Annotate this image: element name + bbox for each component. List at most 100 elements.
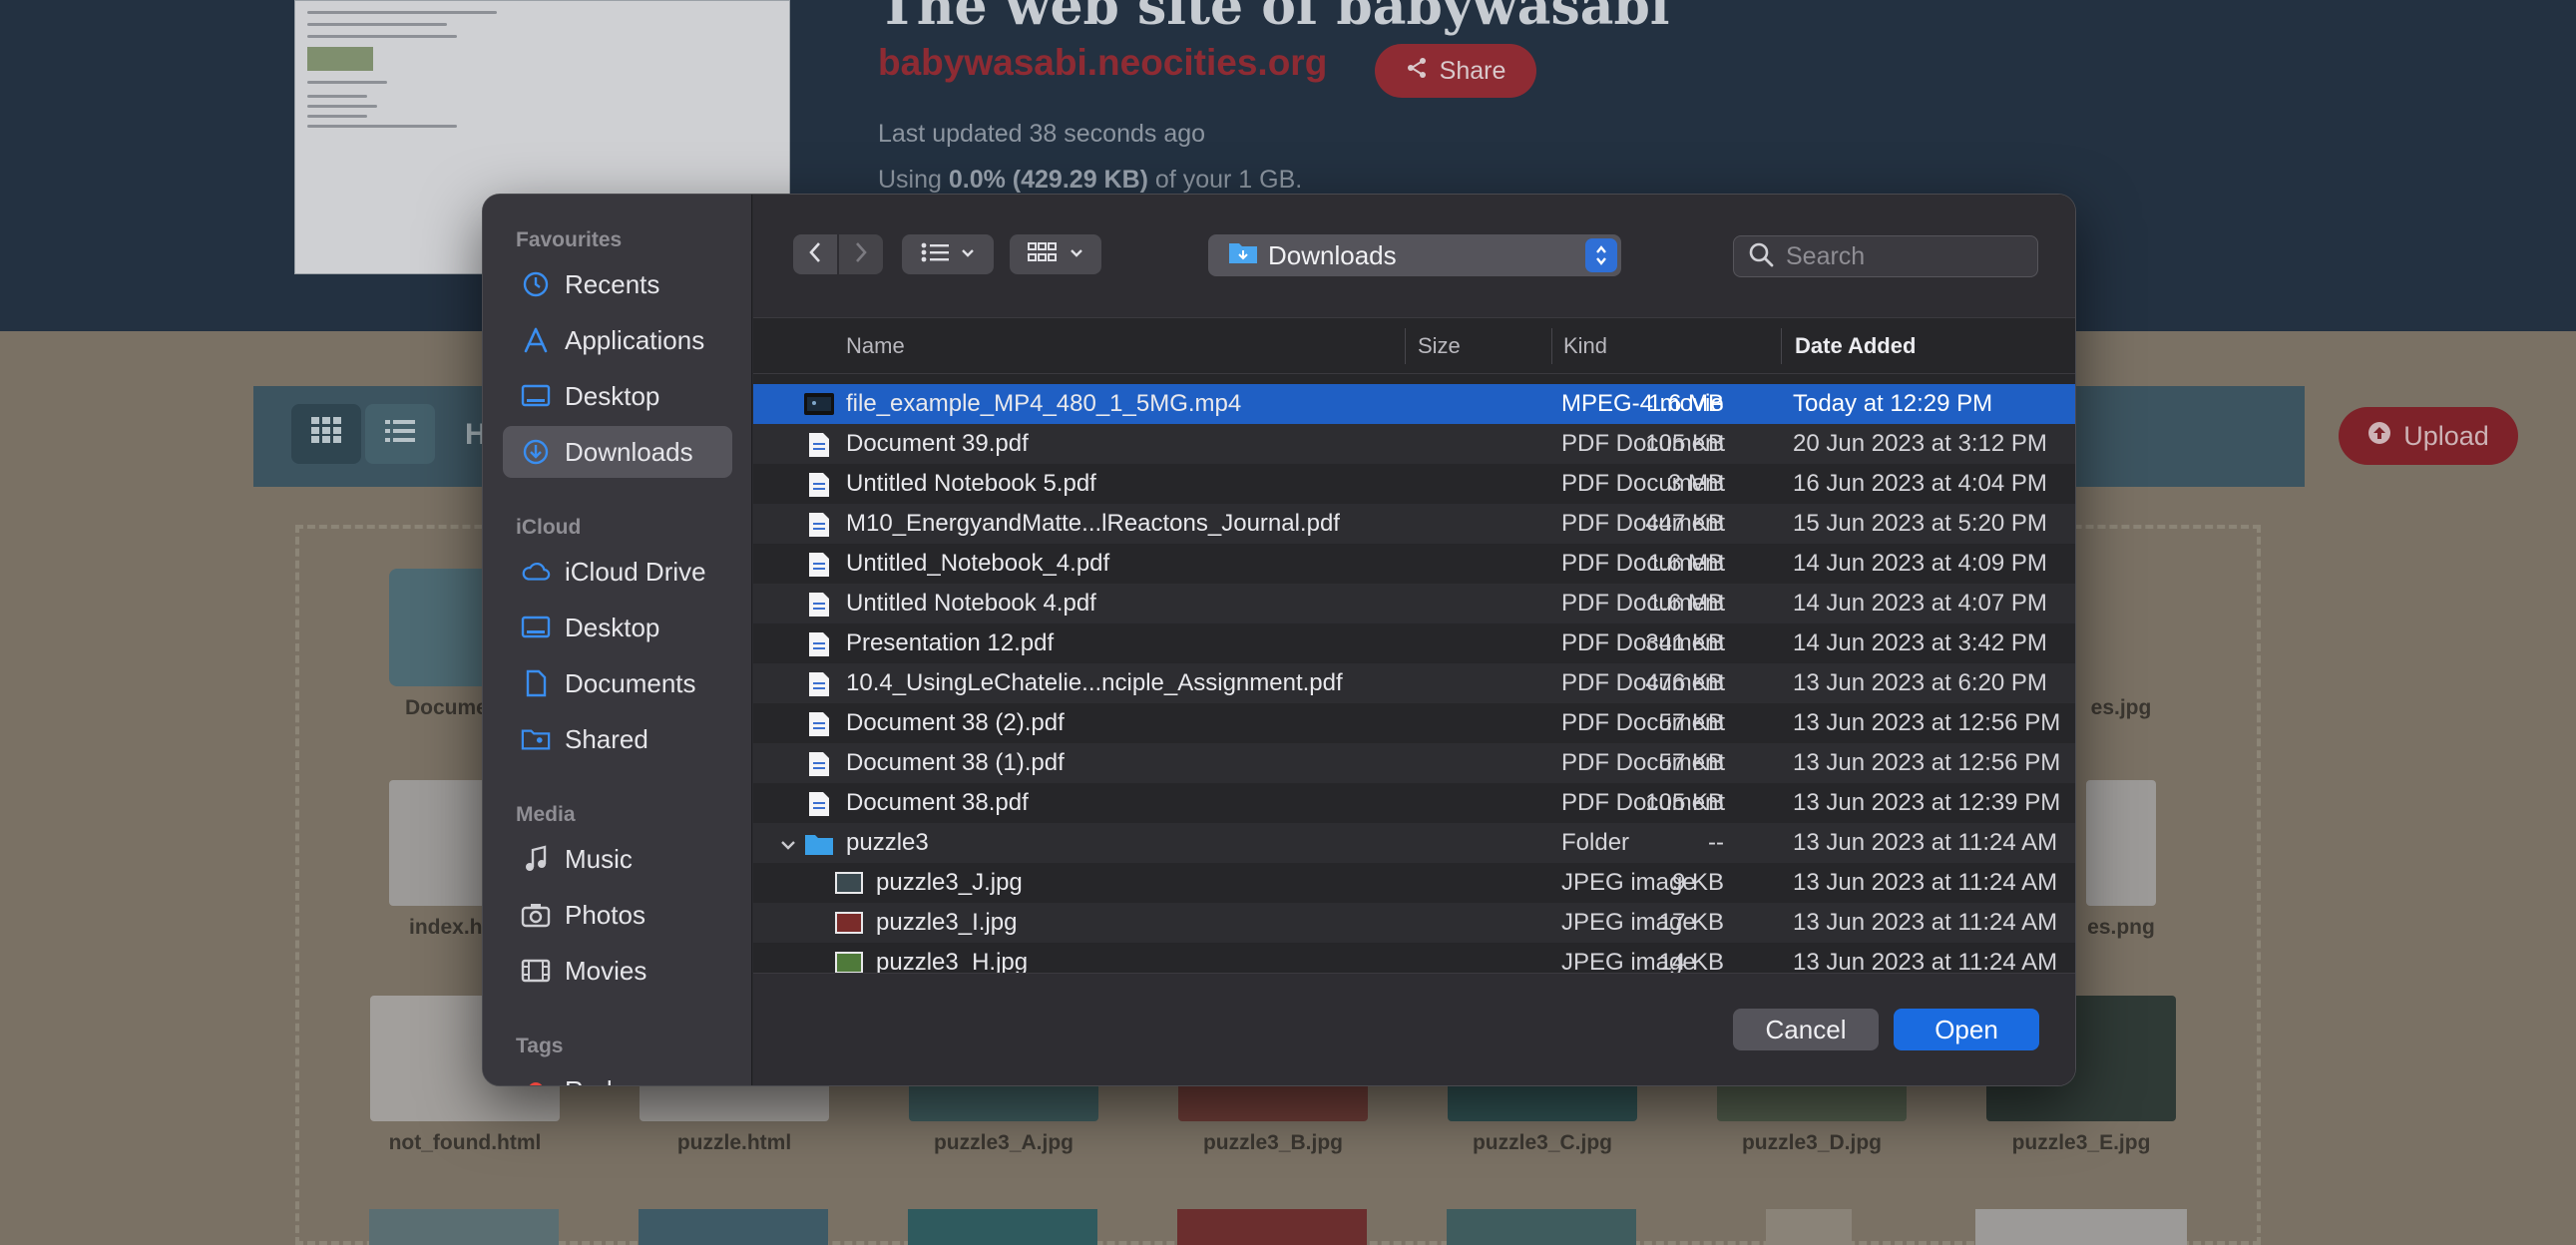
group-by-button[interactable]	[1010, 234, 1101, 274]
file-name: 10.4_UsingLeChatelie...nciple_Assignment…	[846, 669, 1343, 696]
sidebar-item-label: Recents	[565, 268, 660, 299]
favourites-header: Favourites	[516, 228, 623, 251]
forward-button[interactable]	[839, 234, 883, 274]
file-row[interactable]: M10_EnergyandMatte...lReactons_Journal.p…	[753, 504, 2075, 544]
sidebar-item-downloads[interactable]: Downloads	[503, 426, 732, 478]
file-name: puzzle3_H.jpg	[876, 949, 1029, 973]
file-row[interactable]: Document 39.pdf 105 KB PDF Document 20 J…	[753, 424, 2075, 464]
file-date: 14 Jun 2023 at 3:42 PM	[1793, 629, 2047, 656]
dialog-sidebar: Favourites Recents Applications Desktop …	[483, 195, 752, 1085]
sidebar-item-desktop[interactable]: Desktop	[503, 370, 732, 422]
file-row[interactable]: Untitled_Notebook_4.pdf 1.6 MB PDF Docum…	[753, 544, 2075, 584]
file-row[interactable]: file_example_MP4_480_1_5MG.mp4 1.6 MB MP…	[753, 384, 2075, 424]
sidebar-item-documents[interactable]: Documents	[503, 657, 732, 709]
sidebar-item-label: Photos	[565, 899, 645, 930]
list-view-button[interactable]	[365, 404, 435, 464]
grid-icon	[311, 417, 341, 451]
file-row[interactable]: Document 38 (2).pdf 57 KB PDF Document 1…	[753, 703, 2075, 743]
sidebar-item-label: Downloads	[565, 436, 693, 467]
cloud-icon	[521, 557, 551, 587]
file-kind: PDF Document	[1561, 789, 1726, 816]
sidebar-item-label: Desktop	[565, 380, 660, 411]
sidebar-item-applications[interactable]: Applications	[503, 314, 732, 366]
folder-row[interactable]: puzzle3 -- Folder 13 Jun 2023 at 11:24 A…	[753, 823, 2075, 863]
pdf-file-icon	[808, 631, 832, 657]
search-icon	[1748, 241, 1774, 272]
site-domain-link[interactable]: babywasabi.neocities.org	[878, 42, 1327, 84]
view-mode-list-button[interactable]	[902, 234, 994, 274]
search-field[interactable]	[1733, 235, 2038, 277]
column-header-kind[interactable]: Kind	[1563, 318, 1607, 374]
file-row[interactable]: Presentation 12.pdf 341 KB PDF Document …	[753, 623, 2075, 663]
file-name: puzzle3	[846, 829, 929, 856]
cancel-button[interactable]: Cancel	[1733, 1009, 1879, 1050]
file-name: Document 38 (2).pdf	[846, 709, 1065, 736]
file-row[interactable]: puzzle3_J.jpg 9 KB JPEG image 13 Jun 202…	[753, 863, 2075, 903]
sidebar-item-tag-red[interactable]: Red	[503, 1064, 732, 1085]
back-button[interactable]	[793, 234, 837, 274]
sidebar-item-icloud-desktop[interactable]: Desktop	[503, 602, 732, 653]
list-icon	[385, 417, 415, 451]
file-date: 13 Jun 2023 at 11:24 AM	[1793, 909, 2058, 936]
image-thumbnail	[369, 1209, 559, 1245]
file-name: Untitled_Notebook_4.pdf	[846, 550, 1110, 577]
column-header-date-added[interactable]: Date Added	[1795, 318, 1916, 374]
tile-label: puzzle.html	[676, 1131, 792, 1154]
clock-icon	[521, 269, 551, 299]
file-name: Document 39.pdf	[846, 430, 1029, 457]
sidebar-item-shared[interactable]: Shared	[503, 713, 732, 765]
file-date: 13 Jun 2023 at 12:56 PM	[1793, 709, 2061, 736]
grid-icon	[1028, 241, 1058, 267]
grid-view-button[interactable]	[291, 404, 361, 464]
desktop-icon	[521, 613, 551, 642]
file-row[interactable]: puzzle3_I.jpg 17 KB JPEG image 13 Jun 20…	[753, 903, 2075, 943]
sidebar-item-photos[interactable]: Photos	[503, 889, 732, 941]
open-button[interactable]: Open	[1894, 1009, 2039, 1050]
file-name: Document 38.pdf	[846, 789, 1029, 816]
sidebar-item-icloud-drive[interactable]: iCloud Drive	[503, 546, 732, 598]
file-date: Today at 12:29 PM	[1793, 390, 1993, 417]
column-header-size[interactable]: Size	[1418, 318, 1461, 374]
file-name: M10_EnergyandMatte...lReactons_Journal.p…	[846, 510, 1340, 537]
disclosure-chevron-down-icon[interactable]	[779, 833, 797, 861]
image-thumbnail	[1975, 1209, 2187, 1245]
usage-value: 0.0% (429.29 KB)	[948, 166, 1148, 194]
file-list: file_example_MP4_480_1_5MG.mp4 1.6 MB MP…	[753, 384, 2075, 973]
file-kind: PDF Document	[1561, 590, 1726, 617]
upload-button[interactable]: Upload	[2339, 407, 2518, 465]
dialog-main-pane: Downloads Name Size Kind Date Added	[753, 195, 2075, 1085]
downloads-icon	[521, 437, 551, 467]
downloads-folder-icon	[1228, 240, 1258, 271]
pdf-file-icon	[808, 711, 832, 737]
sidebar-item-label: Shared	[565, 723, 648, 754]
pdf-file-icon	[808, 432, 832, 458]
icloud-header: iCloud	[516, 516, 582, 539]
file-kind: PDF Document	[1561, 629, 1726, 656]
sidebar-item-music[interactable]: Music	[503, 833, 732, 885]
sidebar-item-label: Music	[565, 843, 633, 874]
file-row[interactable]: Document 38.pdf 105 KB PDF Document 13 J…	[753, 783, 2075, 823]
file-kind: Folder	[1561, 829, 1630, 856]
file-kind: PDF Document	[1561, 709, 1726, 736]
file-row[interactable]: 10.4_UsingLeChatelie...nciple_Assignment…	[753, 663, 2075, 703]
search-input[interactable]	[1786, 241, 2005, 271]
media-header: Media	[516, 803, 576, 826]
column-header-name[interactable]: Name	[846, 318, 905, 374]
share-icon	[1406, 57, 1428, 86]
chevron-down-icon	[1070, 245, 1083, 263]
location-select[interactable]: Downloads	[1208, 234, 1621, 276]
pdf-file-icon	[808, 552, 832, 578]
file-kind: JPEG image	[1561, 869, 1696, 896]
chevron-left-icon	[808, 241, 822, 268]
sidebar-item-movies[interactable]: Movies	[503, 945, 732, 997]
share-button[interactable]: Share	[1375, 44, 1536, 98]
sidebar-item-recents[interactable]: Recents	[503, 258, 732, 310]
location-label: Downloads	[1268, 239, 1397, 270]
file-row[interactable]: Untitled Notebook 5.pdf 3 MB PDF Documen…	[753, 464, 2075, 504]
file-row[interactable]: Document 38 (1).pdf 57 KB PDF Document 1…	[753, 743, 2075, 783]
file-row[interactable]: Untitled Notebook 4.pdf 1.6 MB PDF Docum…	[753, 584, 2075, 623]
jpeg-image-icon	[835, 872, 863, 894]
file-row[interactable]: puzzle3_H.jpg 14 KB JPEG image 13 Jun 20…	[753, 943, 2075, 973]
image-thumbnail	[2086, 780, 2156, 906]
file-date: 15 Jun 2023 at 5:20 PM	[1793, 510, 2047, 537]
